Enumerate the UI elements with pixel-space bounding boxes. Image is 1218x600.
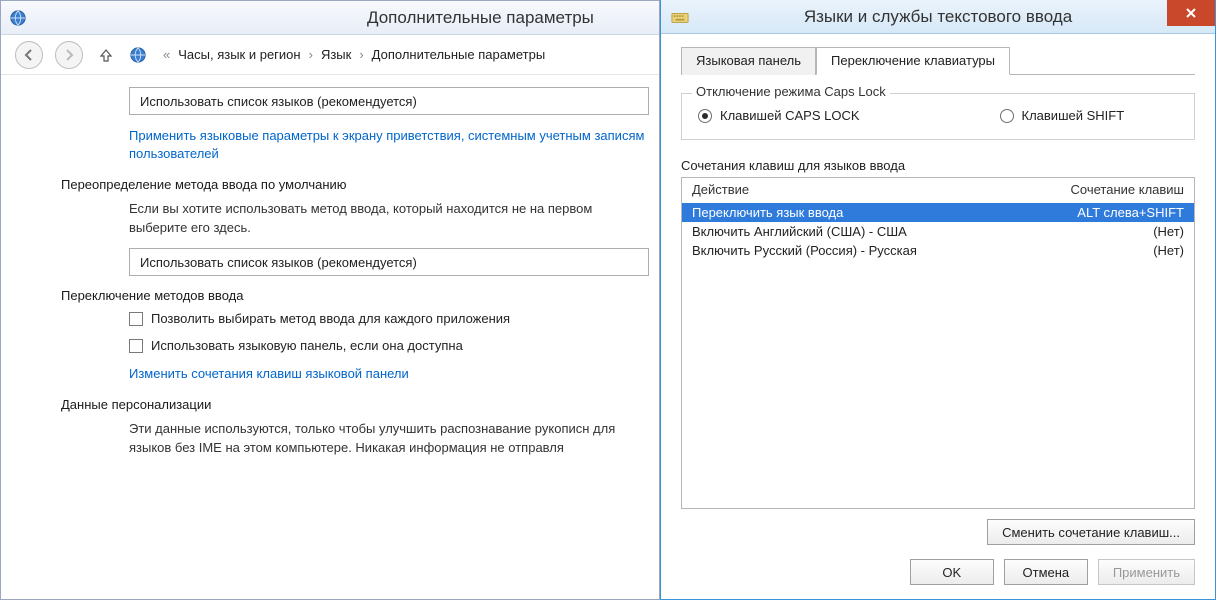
section-switch: Переключение методов ввода [61, 288, 645, 303]
radio-shift-label: Клавишей SHIFT [1022, 108, 1125, 123]
radio-caps-lock[interactable] [698, 109, 712, 123]
left-content: Использовать список языков (рекомендуетс… [1, 75, 659, 482]
close-button[interactable] [1167, 0, 1215, 26]
caps-lock-label: Отключение режима Caps Lock [692, 84, 890, 99]
hotkeys-group: Сочетания клавиш для языков ввода Действ… [681, 158, 1195, 545]
arrow-up-icon [99, 48, 113, 62]
tab-keyboard-switch[interactable]: Переключение клавиатуры [816, 47, 1010, 75]
col-hotkey: Сочетание клавиш [1071, 182, 1184, 197]
list-row[interactable]: Включить Русский (Россия) - Русская (Нет… [682, 241, 1194, 260]
language-bar-label: Использовать языковую панель, если она д… [151, 338, 463, 353]
tab-bar: Языковая панель Переключение клавиатуры [681, 46, 1195, 75]
apply-button: Применить [1098, 559, 1195, 585]
section-personalization: Данные персонализации [61, 397, 645, 412]
region-icon [129, 46, 147, 64]
col-action: Действие [692, 182, 749, 197]
breadcrumb-prefix: « [163, 47, 170, 62]
breadcrumb-item[interactable]: Язык [321, 47, 351, 62]
row-action: Включить Английский (США) - США [692, 224, 907, 239]
dialog-titlebar: Языки и службы текстового ввода [661, 0, 1215, 34]
combo-value: Использовать список языков (рекомендуетс… [140, 255, 417, 270]
personalization-description: Эти данные используются, только чтобы ул… [129, 420, 645, 458]
chevron-right-icon: › [359, 47, 363, 62]
hotkeys-group-label: Сочетания клавиш для языков ввода [681, 158, 1195, 173]
forward-button[interactable] [55, 41, 83, 69]
breadcrumb-item[interactable]: Дополнительные параметры [372, 47, 546, 62]
cancel-button[interactable]: Отмена [1004, 559, 1088, 585]
per-app-checkbox[interactable] [129, 312, 143, 326]
language-list-combo[interactable]: Использовать список языков (рекомендуетс… [129, 87, 649, 115]
close-icon [1185, 7, 1197, 19]
combo-value: Использовать список языков (рекомендуетс… [140, 94, 417, 109]
apply-to-welcome-link[interactable]: Применить языковые параметры к экрану пр… [129, 127, 645, 163]
input-method-combo[interactable]: Использовать список языков (рекомендуетс… [129, 248, 649, 276]
chevron-right-icon: › [309, 47, 313, 62]
arrow-right-icon [63, 49, 75, 61]
nav-row: « Часы, язык и регион › Язык › Дополните… [1, 35, 659, 75]
per-app-label: Позволить выбирать метод ввода для каждо… [151, 311, 510, 326]
left-title: Дополнительные параметры [367, 8, 594, 28]
row-hotkey: (Нет) [1153, 243, 1184, 258]
back-button[interactable] [15, 41, 43, 69]
section-override: Переопределение метода ввода по умолчани… [61, 177, 645, 192]
breadcrumb-item[interactable]: Часы, язык и регион [178, 47, 300, 62]
list-row[interactable]: Включить Английский (США) - США (Нет) [682, 222, 1194, 241]
caps-lock-group: Отключение режима Caps Lock Клавишей CAP… [681, 93, 1195, 140]
region-icon [9, 9, 27, 27]
up-button[interactable] [95, 44, 117, 66]
ok-button[interactable]: OK [910, 559, 994, 585]
breadcrumb: « Часы, язык и регион › Язык › Дополните… [163, 47, 545, 62]
tab-language-bar[interactable]: Языковая панель [681, 47, 816, 75]
keyboard-icon [671, 8, 689, 26]
text-services-dialog: Языки и службы текстового ввода Языковая… [660, 0, 1216, 600]
list-row[interactable]: Переключить язык ввода ALT слева+SHIFT [682, 203, 1194, 222]
control-panel-window: Дополнительные параметры « Часы, язык и … [0, 0, 660, 600]
row-hotkey: ALT слева+SHIFT [1077, 205, 1184, 220]
language-bar-checkbox[interactable] [129, 339, 143, 353]
change-hotkey-button[interactable]: Сменить сочетание клавиш... [987, 519, 1195, 545]
dialog-body: Языковая панель Переключение клавиатуры … [661, 34, 1215, 599]
row-action: Включить Русский (Россия) - Русская [692, 243, 917, 258]
override-description: Если вы хотите использовать метод ввода,… [129, 200, 645, 238]
dialog-footer: OK Отмена Применить [681, 545, 1195, 585]
arrow-left-icon [23, 49, 35, 61]
row-hotkey: (Нет) [1153, 224, 1184, 239]
left-titlebar: Дополнительные параметры [1, 1, 659, 35]
row-action: Переключить язык ввода [692, 205, 843, 220]
radio-shift[interactable] [1000, 109, 1014, 123]
list-header: Действие Сочетание клавиш [682, 178, 1194, 201]
radio-caps-lock-label: Клавишей CAPS LOCK [720, 108, 860, 123]
dialog-title: Языки и службы текстового ввода [661, 7, 1215, 27]
change-hotkeys-link[interactable]: Изменить сочетания клавиш языковой панел… [129, 365, 645, 383]
hotkeys-list: Действие Сочетание клавиш Переключить яз… [681, 177, 1195, 509]
